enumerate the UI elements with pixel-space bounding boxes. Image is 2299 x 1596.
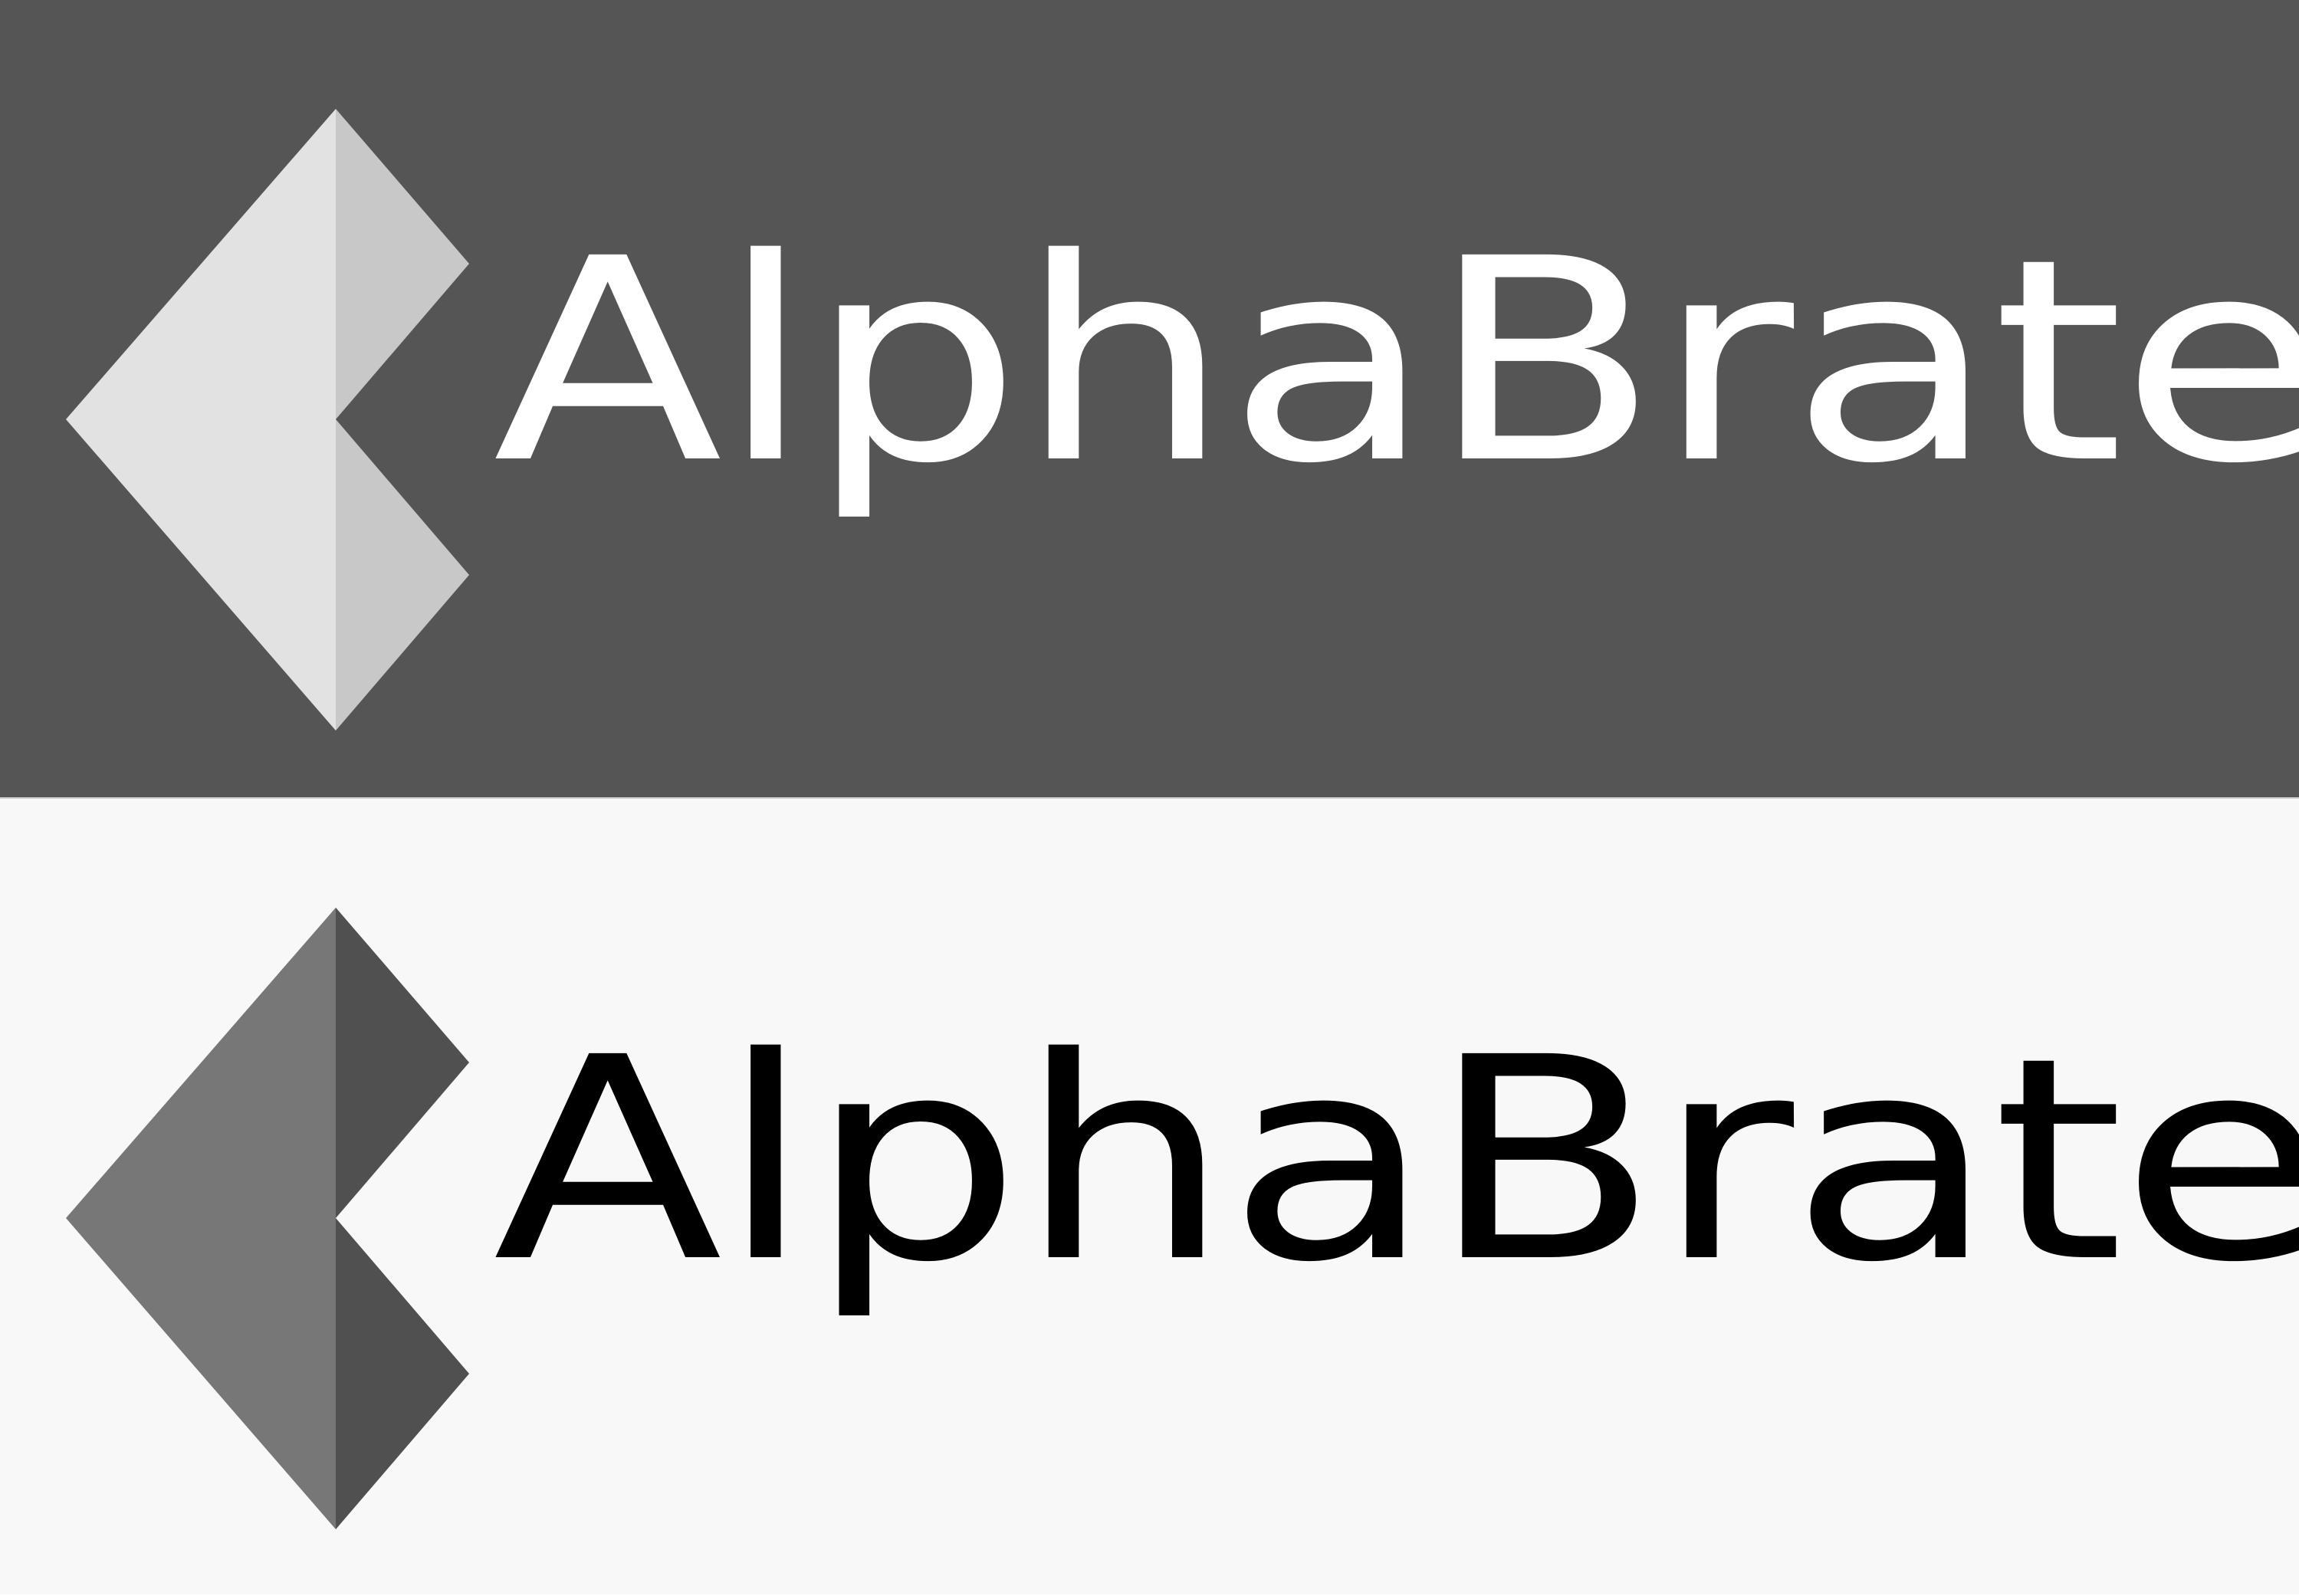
logo-mark-right-shape [336, 109, 469, 731]
logo-wordmark: AlphaBrate [493, 998, 2299, 1324]
logo-wordmark: AlphaBrate [493, 199, 2299, 525]
logo-mark-icon [66, 908, 469, 1529]
logo-mark-icon [66, 109, 469, 731]
logo-dark-variant: AlphaBrate [0, 0, 2299, 797]
logo-mark-left-shape [66, 908, 336, 1529]
logo-mark-right-shape [336, 908, 469, 1529]
logo-mark-left-shape [66, 109, 336, 731]
logo-light-variant: AlphaBrate [0, 799, 2299, 1594]
